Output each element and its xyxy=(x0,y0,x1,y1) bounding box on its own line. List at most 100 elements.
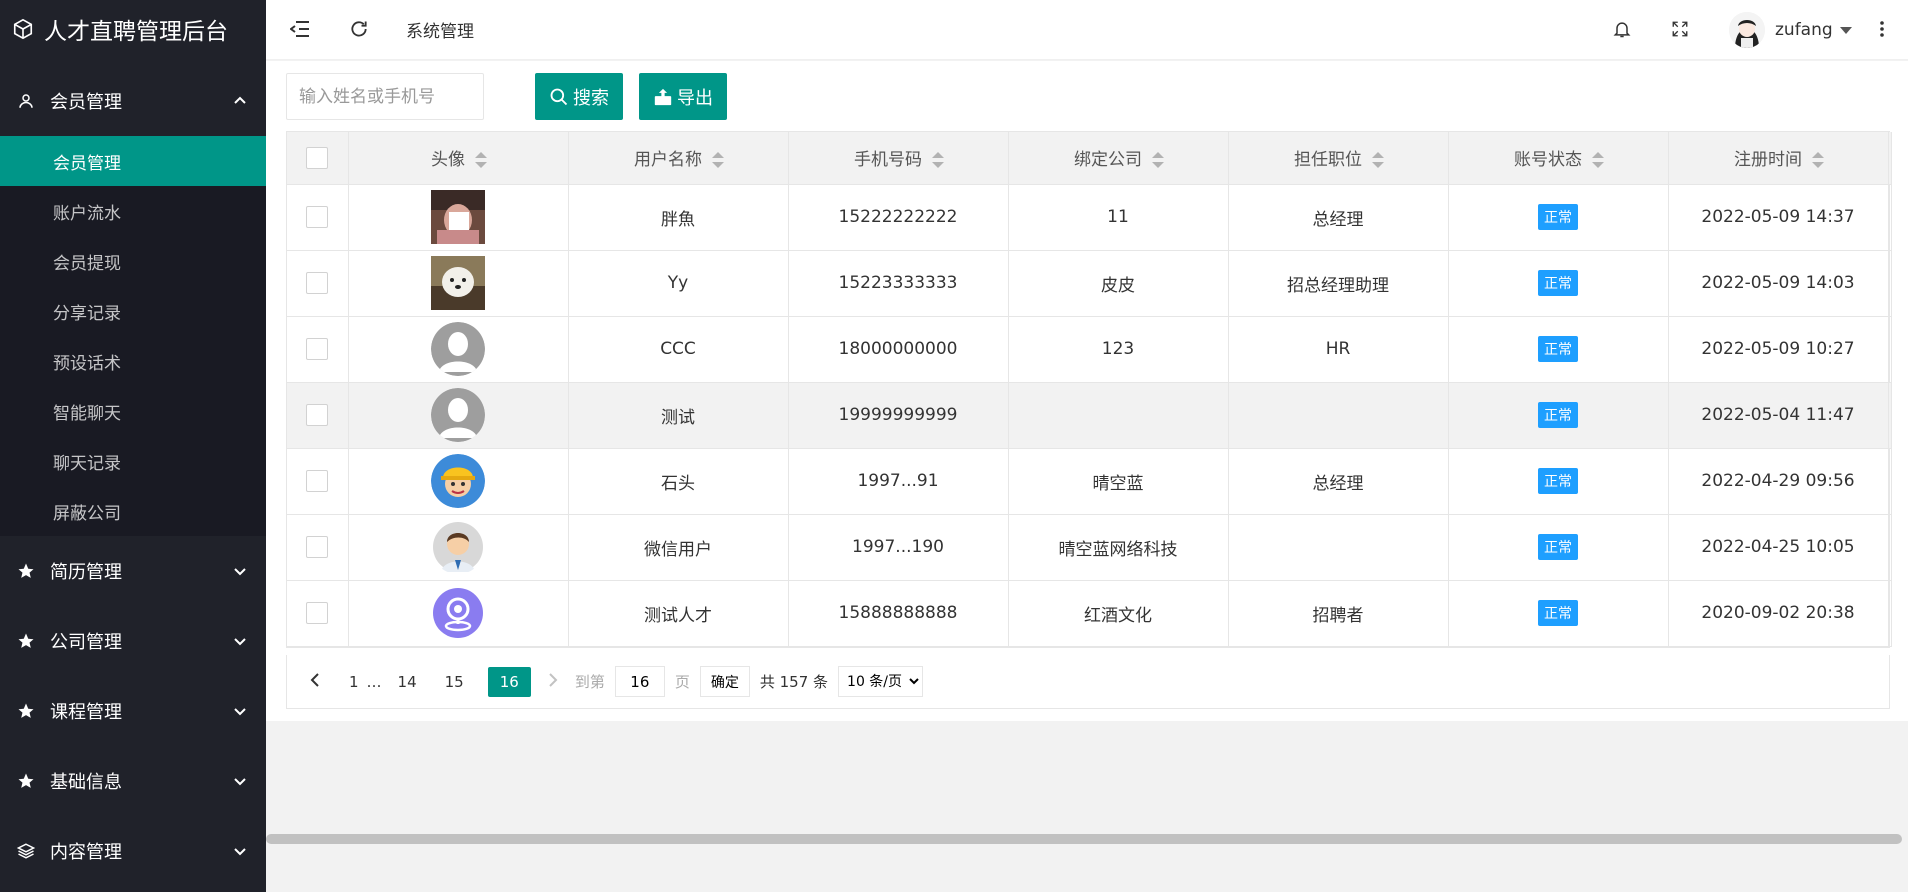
column-header-avatar[interactable]: 头像 xyxy=(348,132,569,185)
position-cell: 招聘者 xyxy=(1228,580,1449,647)
row-checkbox-cell xyxy=(287,250,349,317)
register-time-cell: 2022-04-29 09:56 xyxy=(1668,448,1889,515)
user-menu[interactable]: zufang xyxy=(1729,10,1853,50)
chevron-up-icon xyxy=(234,96,246,104)
status-cell: 正常 xyxy=(1448,382,1669,449)
row-checkbox[interactable] xyxy=(306,602,329,624)
sidebar-item-smart-chat[interactable]: 智能聊天 xyxy=(0,386,266,436)
column-header-company[interactable]: 绑定公司 xyxy=(1008,132,1229,185)
sidebar-item-account-flow[interactable]: 账户流水 xyxy=(0,186,266,236)
sidebar-item-chat-record[interactable]: 聊天记录 xyxy=(0,436,266,486)
search-input[interactable] xyxy=(286,73,484,120)
column-label: 注册时间 xyxy=(1734,150,1802,171)
row-spacer xyxy=(1888,382,1892,449)
menu-group-label: 基础信息 xyxy=(50,772,122,793)
menu-group-content[interactable]: 内容管理 xyxy=(0,816,266,886)
row-checkbox[interactable] xyxy=(306,536,329,558)
bell-icon[interactable] xyxy=(1610,17,1634,41)
sidebar-item-preset-phrases[interactable]: 预设话术 xyxy=(0,336,266,386)
page-link-14[interactable]: 14 xyxy=(398,673,417,691)
avatar-cell xyxy=(348,580,569,647)
sort-icon[interactable] xyxy=(1592,152,1604,169)
page-link-15[interactable]: 15 xyxy=(445,673,464,691)
sort-icon[interactable] xyxy=(932,152,944,169)
row-checkbox[interactable] xyxy=(306,206,329,228)
export-button[interactable]: 导出 xyxy=(639,73,727,120)
sort-icon[interactable] xyxy=(1812,152,1824,169)
company-cell: 红酒文化 xyxy=(1008,580,1229,647)
username-cell: 胖魚 xyxy=(568,184,789,251)
sort-icon[interactable] xyxy=(1372,152,1384,169)
menu-group-label: 课程管理 xyxy=(50,702,122,723)
column-header-register-time[interactable]: 注册时间 xyxy=(1668,132,1889,185)
more-vertical-icon[interactable] xyxy=(1870,17,1894,41)
status-badge: 正常 xyxy=(1538,336,1578,362)
goto-confirm-button[interactable]: 确定 xyxy=(699,666,750,697)
menu-fold-icon[interactable] xyxy=(288,17,312,41)
status-cell: 正常 xyxy=(1448,250,1669,317)
row-checkbox[interactable] xyxy=(306,404,329,426)
horizontal-scrollbar[interactable] xyxy=(266,834,1902,844)
submenu-members: 会员管理 账户流水 会员提现 分享记录 预设话术 智能聊天 聊天记录 屏蔽公司 xyxy=(0,136,266,536)
position-cell xyxy=(1228,514,1449,581)
default-avatar-icon xyxy=(431,322,485,376)
menu-group-resume[interactable]: 简历管理 xyxy=(0,536,266,606)
username-cell: CCC xyxy=(568,316,789,383)
sort-icon[interactable] xyxy=(1152,152,1164,169)
column-header-status[interactable]: 账号状态 xyxy=(1448,132,1669,185)
username-cell: 石头 xyxy=(568,448,789,515)
column-header-username[interactable]: 用户名称 xyxy=(568,132,789,185)
default-avatar-icon xyxy=(431,388,485,442)
column-header-position[interactable]: 担任职位 xyxy=(1228,132,1449,185)
search-button[interactable]: 搜索 xyxy=(535,73,623,120)
menu-group-basic-info[interactable]: 基础信息 xyxy=(0,746,266,816)
table-row: 石头 1997...91 晴空蓝 总经理 正常 2022-04-29 09:56 xyxy=(287,448,1892,515)
sidebar-item-share-record[interactable]: 分享记录 xyxy=(0,286,266,336)
menu-group-members[interactable]: 会员管理 xyxy=(0,66,266,136)
select-all-cell xyxy=(287,132,349,185)
breadcrumb[interactable]: 系统管理 xyxy=(406,17,474,42)
page-current[interactable]: 16 xyxy=(487,666,531,697)
row-checkbox[interactable] xyxy=(306,272,329,294)
company-cell: 皮皮 xyxy=(1008,250,1229,317)
sidebar-item-withdraw[interactable]: 会员提现 xyxy=(0,236,266,286)
column-label: 绑定公司 xyxy=(1074,150,1142,171)
column-label: 账号状态 xyxy=(1514,150,1582,171)
avatar-cell xyxy=(348,250,569,317)
menu-group-label: 内容管理 xyxy=(50,842,122,863)
sort-icon[interactable] xyxy=(475,152,487,169)
menu-group-company[interactable]: 公司管理 xyxy=(0,606,266,676)
avatar-cell xyxy=(348,382,569,449)
sort-icon[interactable] xyxy=(712,152,724,169)
register-time-cell: 2022-05-09 10:27 xyxy=(1668,316,1889,383)
sidebar-item-blocked-company[interactable]: 屏蔽公司 xyxy=(0,486,266,536)
location-avatar-icon xyxy=(433,588,483,638)
position-cell: 招总经理助理 xyxy=(1228,250,1449,317)
row-checkbox[interactable] xyxy=(306,470,329,492)
layers-icon xyxy=(16,841,36,861)
export-button-label: 导出 xyxy=(677,87,713,109)
next-page-icon[interactable] xyxy=(547,672,559,692)
refresh-icon[interactable] xyxy=(347,17,371,41)
page-link-1[interactable]: 1 xyxy=(349,673,359,691)
fullscreen-icon[interactable] xyxy=(1668,17,1692,41)
row-spacer xyxy=(1888,448,1892,515)
chevron-down-icon xyxy=(234,568,246,576)
table-row: 胖魚 15222222222 11 总经理 正常 2022-05-09 14:3… xyxy=(287,184,1892,251)
username-cell: 微信用户 xyxy=(568,514,789,581)
phone-cell: 1997...190 xyxy=(788,514,1009,581)
page-size-select[interactable]: 10 条/页 xyxy=(838,666,924,697)
row-checkbox[interactable] xyxy=(306,338,329,360)
app-logo[interactable]: 人才直聘管理后台 xyxy=(0,0,266,58)
page-suffix: 页 xyxy=(674,673,690,691)
company-cell xyxy=(1008,382,1229,449)
register-time-cell: 2020-09-02 20:38 xyxy=(1668,580,1889,647)
goto-page-input[interactable] xyxy=(614,666,665,697)
avatar-cell xyxy=(348,316,569,383)
sidebar-item-member-manage[interactable]: 会员管理 xyxy=(0,136,266,186)
column-header-phone[interactable]: 手机号码 xyxy=(788,132,1009,185)
page-ellipsis: … xyxy=(366,672,382,691)
prev-page-icon[interactable] xyxy=(309,672,321,692)
menu-group-course[interactable]: 课程管理 xyxy=(0,676,266,746)
select-all-checkbox[interactable] xyxy=(306,146,329,169)
